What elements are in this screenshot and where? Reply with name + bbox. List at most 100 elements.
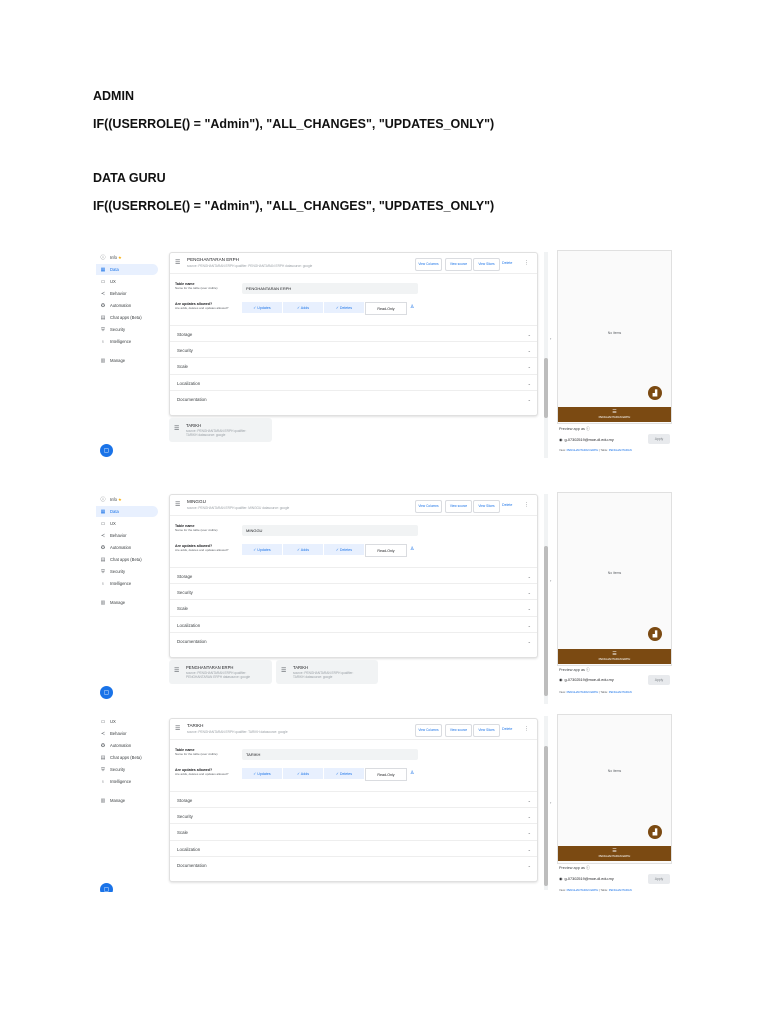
deletes-option[interactable]: ✓ Deletes (324, 302, 365, 313)
view-source-button[interactable]: View source (445, 500, 472, 513)
section-security[interactable]: Security ⌄ (170, 807, 537, 824)
sidebar-item-chat-apps[interactable]: ▤ Chat apps (Beta) (96, 312, 158, 323)
section-scale[interactable]: Scale ⌄ (170, 823, 537, 840)
preview-user-select[interactable]: ◉ g-07302519@moe-dl.edu.my (559, 434, 647, 445)
chat-button[interactable]: ▢ (100, 686, 113, 699)
collapse-arrow-icon[interactable]: › (550, 336, 551, 341)
read-only-option[interactable]: Read-Only (365, 768, 407, 781)
section-localization[interactable]: Localization ⌄ (170, 840, 537, 857)
sidebar-item-manage[interactable]: ▥ Manage (96, 795, 158, 806)
sitemap-icon[interactable]: ♙ (410, 304, 414, 310)
bottom-nav[interactable]: ☰ PENGHANTARAN ERPH (558, 407, 671, 422)
sidebar-item-security[interactable]: ⛨ Security (96, 324, 158, 335)
sidebar-item-security[interactable]: ⛨ Security (96, 764, 158, 775)
section-localization[interactable]: Localization ⌄ (170, 374, 537, 391)
section-scale[interactable]: Scale ⌄ (170, 357, 537, 374)
sidebar-item-ux[interactable]: ▭ UX (96, 276, 158, 287)
scrollbar[interactable] (544, 494, 548, 704)
more-icon[interactable]: ⋮ (524, 726, 529, 732)
view-link[interactable]: PENGHANTARAN ERPH (567, 448, 599, 452)
collapse-arrow-icon[interactable]: › (550, 800, 551, 805)
apply-button[interactable]: Apply (648, 675, 670, 685)
chat-button[interactable]: ▢ (100, 444, 113, 457)
updates-option[interactable]: ✓ Updates (242, 768, 283, 779)
table-name-input[interactable]: PENGHANTARAN ERPH (242, 283, 418, 294)
sitemap-icon[interactable]: ♙ (410, 770, 414, 776)
view-columns-button[interactable]: View Columns (415, 724, 442, 737)
sidebar-item-behavior[interactable]: ≺ Behavior (96, 288, 158, 299)
read-only-option[interactable]: Read-Only (365, 544, 407, 557)
collapse-arrow-icon[interactable]: › (550, 578, 551, 583)
chat-button[interactable]: ▢ (100, 883, 113, 892)
sidebar-item-intelligence[interactable]: ♁ Intelligence (96, 578, 158, 589)
adds-option[interactable]: ✓ Adds (283, 544, 324, 555)
section-localization[interactable]: Localization ⌄ (170, 616, 537, 633)
add-button[interactable]: ▟ (648, 386, 662, 400)
table-name-input[interactable]: TARIKH (242, 749, 418, 760)
bottom-nav[interactable]: ☰ PENGHANTARAN ERPH (558, 649, 671, 664)
preview-user-select[interactable]: ◉ g-07302519@moe-dl.edu.my (559, 674, 647, 685)
sidebar-item-behavior[interactable]: ≺ Behavior (96, 530, 158, 541)
sidebar-item-automation[interactable]: ✪ Automation (96, 542, 158, 553)
view-source-button[interactable]: View source (445, 724, 472, 737)
add-button[interactable]: ▟ (648, 825, 662, 839)
table-link[interactable]: PENGHANTARAN (609, 690, 632, 694)
sidebar-item-security[interactable]: ⛨ Security (96, 566, 158, 577)
section-security[interactable]: Security ⌄ (170, 341, 537, 358)
scrollbar-thumb[interactable] (544, 546, 548, 696)
section-documentation[interactable]: Documentation ⌄ (170, 856, 537, 873)
table-card[interactable]: ☰ TARIKH source: PENGHANTARAN ERPH quali… (276, 660, 378, 684)
delete-button[interactable]: Delete (502, 727, 512, 731)
delete-button[interactable]: Delete (502, 261, 512, 265)
table-link[interactable]: PENGHANTARAN (609, 888, 632, 892)
bottom-nav[interactable]: ☰ PENGHANTARAN ERPH (558, 846, 671, 861)
section-documentation[interactable]: Documentation ⌄ (170, 390, 537, 407)
sidebar-item-manage[interactable]: ▥ Manage (96, 597, 158, 608)
table-card[interactable]: ☰ PENGHANTARAN ERPH source: PENGHANTARAN… (169, 660, 272, 684)
sidebar-item-data[interactable]: ▦ Data (96, 264, 158, 275)
add-button[interactable]: ▟ (648, 627, 662, 641)
delete-button[interactable]: Delete (502, 503, 512, 507)
sidebar-item-intelligence[interactable]: ♁ Intelligence (96, 336, 158, 347)
section-storage[interactable]: Storage ⌄ (170, 325, 537, 342)
sidebar-item-info[interactable]: ⓘ Info ★ (96, 494, 158, 505)
view-link[interactable]: PENGHANTARAN ERPH (567, 888, 599, 892)
section-security[interactable]: Security ⌄ (170, 583, 537, 600)
deletes-option[interactable]: ✓ Deletes (324, 768, 365, 779)
apply-button[interactable]: Apply (648, 434, 670, 444)
scrollbar-thumb[interactable] (544, 358, 548, 418)
view-slices-button[interactable]: View Slices (473, 724, 500, 737)
sidebar-item-manage[interactable]: ▥ Manage (96, 355, 158, 366)
view-source-button[interactable]: View source (445, 258, 472, 271)
sidebar-item-info[interactable]: ⓘ Info ★ (96, 252, 158, 263)
table-link[interactable]: PENGHANTARAN (609, 448, 632, 452)
view-slices-button[interactable]: View Slices (473, 500, 500, 513)
sidebar-item-ux[interactable]: ▭ UX (96, 518, 158, 529)
view-link[interactable]: PENGHANTARAN ERPH (567, 690, 599, 694)
scrollbar[interactable] (544, 716, 548, 890)
sidebar-item-behavior[interactable]: ≺ Behavior (96, 728, 158, 739)
deletes-option[interactable]: ✓ Deletes (324, 544, 365, 555)
read-only-option[interactable]: Read-Only (365, 302, 407, 315)
apply-button[interactable]: Apply (648, 874, 670, 884)
view-columns-button[interactable]: View Columns (415, 500, 442, 513)
adds-option[interactable]: ✓ Adds (283, 768, 324, 779)
sidebar-item-ux[interactable]: ▭ UX (96, 716, 158, 727)
section-storage[interactable]: Storage ⌄ (170, 791, 537, 808)
more-icon[interactable]: ⋮ (524, 260, 529, 266)
sidebar-item-automation[interactable]: ✪ Automation (96, 740, 158, 751)
more-icon[interactable]: ⋮ (524, 502, 529, 508)
view-slices-button[interactable]: View Slices (473, 258, 500, 271)
sidebar-item-automation[interactable]: ✪ Automation (96, 300, 158, 311)
sidebar-item-chat-apps[interactable]: ▤ Chat apps (Beta) (96, 752, 158, 763)
section-storage[interactable]: Storage ⌄ (170, 567, 537, 584)
preview-user-select[interactable]: ◉ g-07302519@moe-dl.edu.my (559, 873, 647, 884)
section-scale[interactable]: Scale ⌄ (170, 599, 537, 616)
updates-option[interactable]: ✓ Updates (242, 544, 283, 555)
sidebar-item-intelligence[interactable]: ♁ Intelligence (96, 776, 158, 787)
view-columns-button[interactable]: View Columns (415, 258, 442, 271)
sidebar-item-data[interactable]: ▦ Data (96, 506, 158, 517)
table-card[interactable]: ☰ TARIKH source: PENGHANTARAN ERPH quali… (169, 418, 272, 442)
table-name-input[interactable]: MINGGU (242, 525, 418, 536)
updates-option[interactable]: ✓ Updates (242, 302, 283, 313)
